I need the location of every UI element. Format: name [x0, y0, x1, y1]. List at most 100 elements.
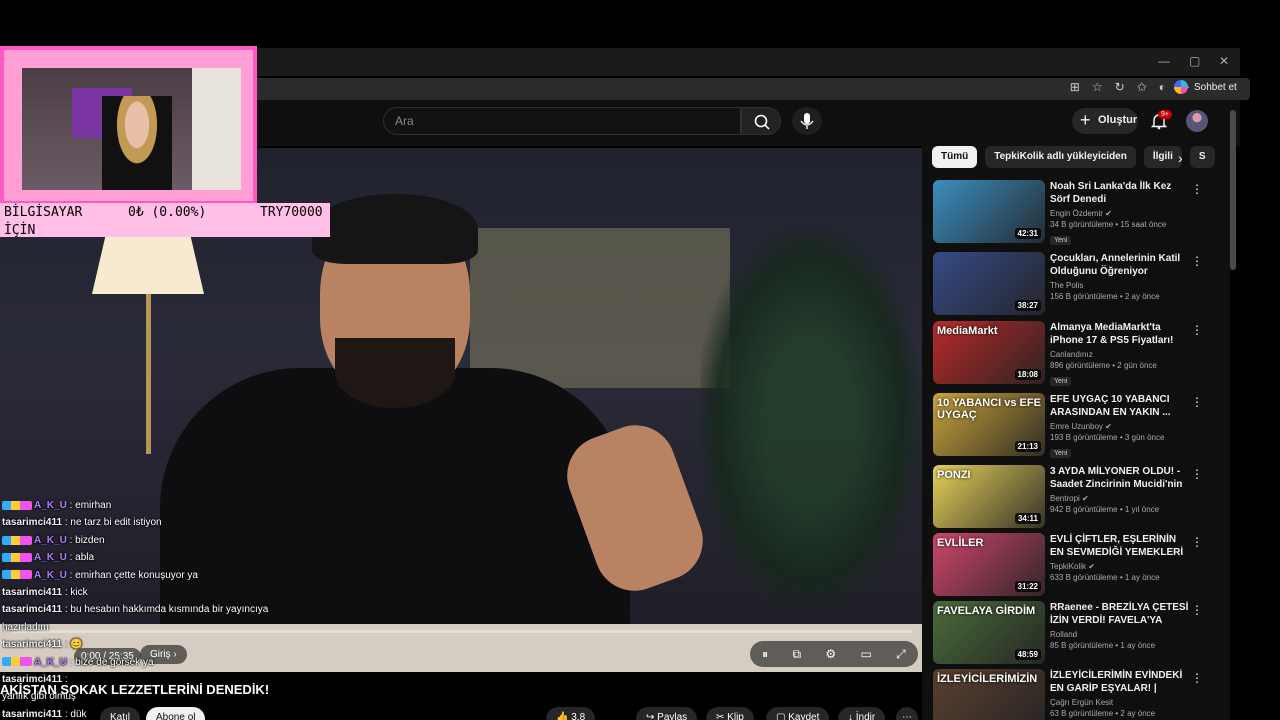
channel-name[interactable]: Canlandınız [1050, 350, 1093, 359]
channel-name[interactable]: TepkiKolik [1050, 562, 1086, 571]
more-options-icon[interactable]: ⋮ [1191, 671, 1203, 685]
chat-username: A_K_U [34, 534, 67, 546]
video-title[interactable]: RRaenee - BREZİLYA ÇETESİ İZİN VERDİ! FA… [1050, 601, 1190, 627]
donation-goal-bar: BİLGİSAYAR İÇİN 0₺ (0.00%) TRY70000 [0, 203, 330, 238]
chip-related[interactable]: İlgili [1143, 146, 1182, 168]
chip-all[interactable]: Tümü [932, 146, 978, 168]
save-button[interactable]: ▢ Kaydet [766, 707, 830, 720]
video-meta: 63 B görüntüleme • 2 ay önce [1050, 709, 1156, 718]
channel-name[interactable]: Bentropi [1050, 494, 1080, 503]
video-frame-lamp-pole [146, 294, 151, 454]
settings-gear-icon[interactable]: ⚙ [825, 647, 836, 661]
create-button[interactable]: + Oluştur [1072, 108, 1138, 134]
more-options-icon[interactable]: ⋮ [1191, 603, 1203, 617]
profile-icon[interactable]: ◐ [1159, 80, 1166, 94]
donation-goal-progress: 0₺ (0.00%) [128, 205, 207, 220]
subscribe-button[interactable]: Abone ol [146, 707, 206, 720]
recommended-video[interactable]: 10 YABANCI vs EFE UYGAÇ 21:13 EFE UYGAÇ 10… [933, 393, 1223, 459]
maximize-icon[interactable]: ▢ [1189, 54, 1200, 68]
channel-name[interactable]: Engin Özdemir [1050, 209, 1103, 218]
download-label: İndir [855, 712, 876, 720]
video-title[interactable]: İZLEYİCİLERİMİN EVİNDEKİ EN GARİP EŞYALA… [1050, 669, 1190, 695]
favorite-star-icon[interactable]: ☆ [1092, 80, 1103, 94]
donation-goal-title: BİLGİSAYAR [4, 205, 83, 220]
search-button[interactable] [741, 107, 781, 135]
channel-name[interactable]: Çağrı Ergün Kesit [1050, 698, 1113, 707]
more-actions-button[interactable]: ⋯ [896, 707, 918, 720]
chat-text: bize de görsek ya [75, 656, 154, 668]
recommended-video[interactable]: FAVELAYA GİRDİM 48:59 RRaenee - BREZİLYA Ç… [933, 601, 1223, 667]
refresh-icon[interactable]: ↻ [1115, 80, 1125, 94]
clip-label: Klip [727, 712, 744, 720]
chat-username: tasarimci411 [2, 517, 63, 529]
chat-text: kick [70, 586, 88, 598]
video-title[interactable]: EVLİ ÇİFTLER, EŞLERİNİN EN SEVMEDİĞİ YEM… [1050, 533, 1190, 559]
account-avatar[interactable] [1186, 110, 1208, 132]
voice-search-button[interactable] [792, 107, 822, 135]
video-thumbnail[interactable]: PONZI 34:11 [933, 465, 1045, 528]
more-options-icon[interactable]: ⋮ [1191, 323, 1203, 337]
video-thumbnail[interactable]: 10 YABANCI vs EFE UYGAÇ 21:13 [933, 393, 1045, 456]
download-button[interactable]: ↓ İndir [838, 707, 886, 720]
share-icon: ↪ [646, 712, 655, 720]
video-thumbnail[interactable]: 42:31 [933, 180, 1045, 243]
chip-from-uploader[interactable]: TepkiKolik adlı yükleyiciden [985, 146, 1136, 168]
video-title[interactable]: Almanya MediaMarkt'ta iPhone 17 & PS5 Fi… [1050, 321, 1190, 347]
chevron-right-icon[interactable]: › [1178, 150, 1183, 166]
channel-name[interactable]: Emre Uzunboy [1050, 422, 1103, 431]
recommended-video[interactable]: 42:31 Noah Sri Lanka'da İlk Kez Sörf Dene… [933, 180, 1223, 246]
copilot-chat-button[interactable]: Sohbet et [1174, 80, 1237, 94]
video-info: Çocukları, Annelerinin Katil Olduğunu Öğ… [1050, 252, 1190, 301]
more-options-icon[interactable]: ⋮ [1191, 254, 1203, 268]
channel-name[interactable]: The Polis [1050, 281, 1083, 290]
person-hair [312, 194, 478, 264]
video-title[interactable]: EFE UYGAÇ 10 YABANCI ARASINDAN EN YAKIN … [1050, 393, 1190, 419]
fullscreen-icon[interactable]: ⤢ [896, 647, 906, 662]
video-title[interactable]: Noah Sri Lanka'da İlk Kez Sörf Denedi [1050, 180, 1190, 206]
recommended-video[interactable]: 38:27 Çocukları, Annelerinin Katil Olduğu… [933, 252, 1223, 318]
more-options-icon[interactable]: ⋮ [1191, 395, 1203, 409]
recommended-video[interactable]: MediaMarkt 18:08 Almanya MediaMarkt'ta iPh… [933, 321, 1223, 387]
video-info: RRaenee - BREZİLYA ÇETESİ İZİN VERDİ! FA… [1050, 601, 1190, 650]
thumbnail-text: MediaMarkt [937, 325, 998, 337]
video-thumbnail[interactable]: İZLEYİCİLERİMİZİN [933, 669, 1045, 720]
video-title[interactable]: 3 AYDA MİLYONER OLDU! - Saadet Zincirini… [1050, 465, 1190, 491]
download-icon: ↓ [848, 712, 853, 720]
recommended-video[interactable]: PONZI 34:11 3 AYDA MİLYONER OLDU! - Saadet… [933, 465, 1223, 531]
scrollbar[interactable] [1230, 110, 1236, 270]
more-options-icon[interactable]: ⋮ [1191, 182, 1203, 196]
theater-mode-icon[interactable]: ▭ [861, 647, 872, 661]
channel-name[interactable]: Rolland [1050, 630, 1077, 639]
verified-check-icon: ✔ [1086, 562, 1095, 571]
autoplay-toggle-icon[interactable]: ⏸ [762, 647, 768, 662]
minimize-icon[interactable]: — [1158, 54, 1170, 68]
chat-message: hazırladım [2, 619, 302, 636]
save-label: Kaydet [788, 712, 820, 720]
recommended-video[interactable]: İZLEYİCİLERİMİZİN İZLEYİCİLERİMİN EVİNDEK… [933, 669, 1223, 720]
join-button[interactable]: Katıl [100, 707, 141, 720]
like-button[interactable]: 👍 3,8 [546, 707, 596, 720]
video-thumbnail[interactable]: 38:27 [933, 252, 1045, 315]
close-icon[interactable]: ✕ [1219, 54, 1229, 68]
video-meta: 156 B görüntüleme • 2 ay önce [1050, 292, 1160, 301]
channel-name-row: Çağrı Ergün Kesit [1050, 698, 1190, 707]
more-options-icon[interactable]: ⋮ [1191, 535, 1203, 549]
chat-text: hazırladım [2, 621, 49, 633]
video-title[interactable]: Çocukları, Annelerinin Katil Olduğunu Öğ… [1050, 252, 1190, 278]
more-options-icon[interactable]: ⋮ [1191, 467, 1203, 481]
new-badge: Yeni [1050, 449, 1072, 458]
video-thumbnail[interactable]: MediaMarkt 18:08 [933, 321, 1045, 384]
chat-text: bizden [75, 534, 105, 546]
split-view-icon[interactable]: ⊞ [1070, 80, 1080, 94]
share-button[interactable]: ↪ Paylaş [636, 707, 698, 720]
clip-button[interactable]: ✂ Klip [706, 707, 754, 720]
subtitles-icon[interactable]: ⧉ [793, 647, 802, 662]
video-thumbnail[interactable]: EVLİLER 31:22 [933, 533, 1045, 596]
video-info: İZLEYİCİLERİMİN EVİNDEKİ EN GARİP EŞYALA… [1050, 669, 1190, 718]
favorites-icon[interactable]: ✩ [1137, 80, 1147, 94]
chip-more[interactable]: S [1189, 146, 1215, 168]
search-input[interactable]: Ara [383, 107, 741, 135]
plus-icon: + [1080, 110, 1091, 130]
recommended-video[interactable]: EVLİLER 31:22 EVLİ ÇİFTLER, EŞLERİNİN EN S… [933, 533, 1223, 599]
video-thumbnail[interactable]: FAVELAYA GİRDİM 48:59 [933, 601, 1045, 664]
